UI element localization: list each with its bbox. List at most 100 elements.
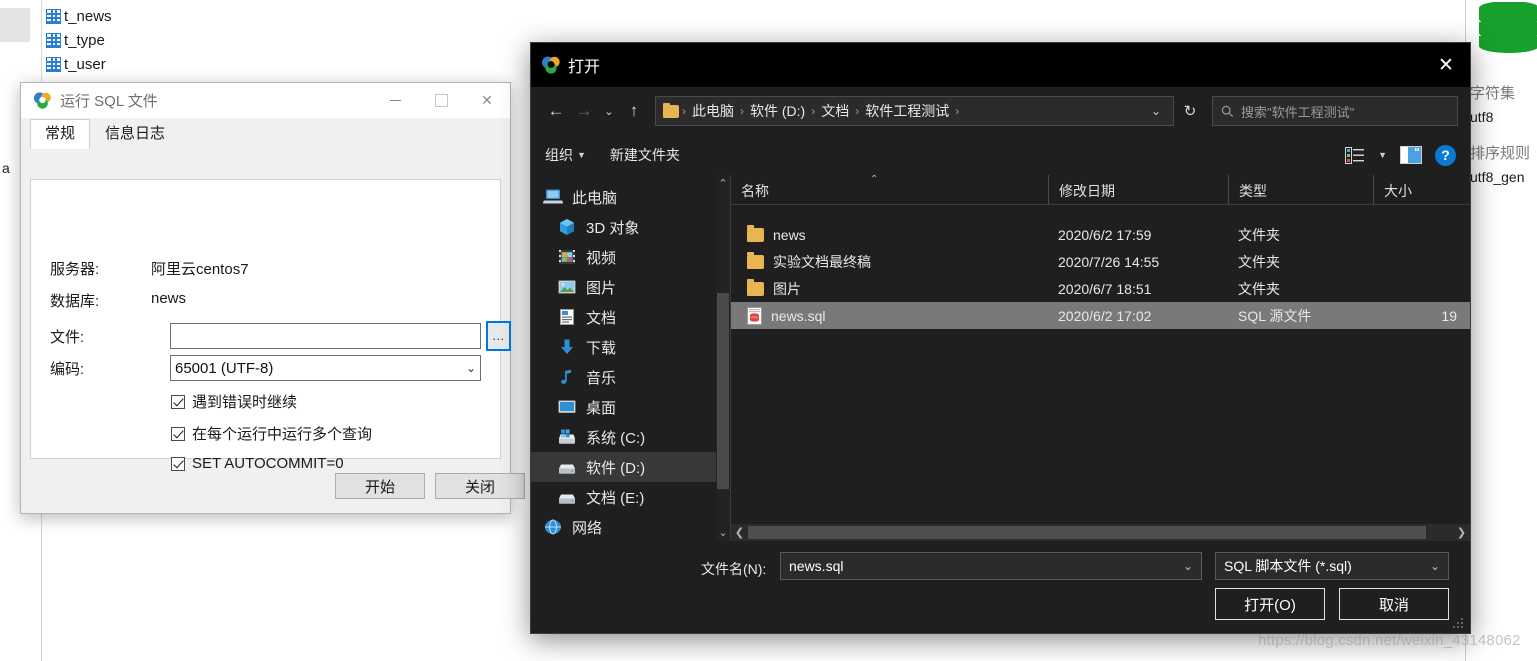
details-view-icon[interactable] [1345,146,1365,164]
close-icon[interactable]: ✕ [1422,43,1470,87]
tab-general[interactable]: 常规 [30,119,91,149]
folder-icon [663,102,679,118]
navigation-pane: 此电脑 3D 对象 视频 图片 文档 下载 音乐 桌面 系统 (C:) 软件 (… [531,175,731,541]
horizontal-scrollbar[interactable]: ❮ ❯ [731,524,1470,541]
table-row[interactable]: news 2020/6/2 17:59 文件夹 [731,221,1470,248]
sidebar-item-desktop[interactable]: 桌面 [531,392,730,422]
tab-message-log[interactable]: 信息日志 [90,119,180,149]
scrollbar-thumb[interactable] [717,293,729,489]
column-header-size[interactable]: 大小 [1373,175,1463,204]
open-dialog-titlebar[interactable]: 打开 ✕ [531,43,1470,87]
close-icon[interactable]: ✕ [464,83,510,119]
sidebar-item-label: 桌面 [586,399,617,417]
sidebar-item-drive-e[interactable]: 文档 (E:) [531,482,730,512]
forward-button[interactable]: → [571,97,597,125]
cancel-button[interactable]: 取消 [1339,588,1449,620]
checkbox-continue-on-error[interactable]: 遇到错误时继续 [171,391,297,412]
checkbox-set-autocommit[interactable]: SET AUTOCOMMIT=0 [171,455,344,472]
checkbox-icon [171,394,185,409]
scroll-up-icon[interactable]: ⌃ [717,175,729,192]
sidebar-item-3d-objects[interactable]: 3D 对象 [531,212,730,242]
column-header-modified[interactable]: 修改日期 [1048,175,1228,204]
tree-item-t_news[interactable]: t_news [46,8,112,25]
file-type: 文件夹 [1238,280,1280,297]
preview-pane-icon[interactable] [1400,146,1422,164]
table-row[interactable]: 实验文档最终稿 2020/7/26 14:55 文件夹 [731,248,1470,275]
up-button[interactable]: ↑ [621,97,647,125]
tree-item-t_type[interactable]: t_type [46,32,105,49]
file-path-input[interactable] [170,323,481,349]
scrollbar-thumb[interactable] [748,526,1426,539]
file-name-cell: news.sql [731,306,1048,325]
sidebar-item-this-pc[interactable]: 此电脑 [531,182,730,212]
browse-file-button[interactable]: ... [486,321,511,351]
server-value: 阿里云centos7 [151,261,249,278]
drive-icon [559,464,575,474]
back-button[interactable]: ← [543,97,569,125]
navigation-pane-scrollbar[interactable]: ⌃ ⌄ [716,175,730,541]
filename-input[interactable]: news.sql ⌄ [780,552,1202,580]
sidebar-item-label: 系统 (C:) [586,429,646,447]
checkbox-multiple-queries[interactable]: 在每个运行中运行多个查询 [171,423,372,444]
encoding-label: 编码: [50,361,85,378]
help-button[interactable]: ? [1435,144,1456,166]
table-icon [46,57,61,72]
file-name: news [773,226,806,243]
sidebar-item-documents[interactable]: 文档 [531,302,730,332]
sidebar-item-drive-d[interactable]: 软件 (D:) [531,452,730,482]
command-bar: 组织 ▼ 新建文件夹 ▼ ? [531,135,1470,175]
sidebar-item-label: 音乐 [586,369,617,387]
sidebar-item-videos[interactable]: 视频 [531,242,730,272]
database-label: 数据库: [50,293,100,310]
search-input[interactable]: 搜索"软件工程测试" [1212,96,1458,126]
start-button[interactable]: 开始 [335,473,425,499]
file-modified: 2020/6/7 18:51 [1058,280,1152,297]
breadcrumb-item-drive-d[interactable]: 软件 (D:) [745,101,810,121]
organize-menu-button[interactable]: 组织 ▼ [545,145,586,165]
database-label-row: 数据库: [50,290,99,311]
charset-label: 字符集 [1470,85,1516,102]
new-folder-button[interactable]: 新建文件夹 [610,145,680,165]
checkbox-label: 遇到错误时继续 [192,394,298,411]
breadcrumb-item-current[interactable]: 软件工程测试 [860,101,954,121]
resize-grip-icon[interactable] [1453,617,1465,629]
file-modified: 2020/6/2 17:59 [1058,226,1152,243]
refresh-icon[interactable]: ↻ [1176,102,1204,120]
column-header-type[interactable]: 类型 [1228,175,1373,204]
sidebar-item-label: 视频 [586,249,617,267]
table-row[interactable]: 图片 2020/6/7 18:51 文件夹 [731,275,1470,302]
file-type-filter-select[interactable]: SQL 脚本文件 (*.sql) ⌄ [1215,552,1449,580]
sidebar-item-system-drive-c[interactable]: 系统 (C:) [531,422,730,452]
maximize-icon[interactable] [418,83,464,119]
address-dropdown-icon[interactable]: ⌄ [1145,104,1167,118]
sql-dialog-title: 运行 SQL 文件 [60,93,158,110]
minimize-icon[interactable] [372,83,418,119]
close-button[interactable]: 关闭 [435,473,525,499]
table-row[interactable]: news.sql 2020/6/2 17:02 SQL 源文件 19 [731,302,1470,329]
scroll-left-icon[interactable]: ❮ [731,526,748,539]
sidebar-item-pictures[interactable]: 图片 [531,272,730,302]
file-type: 文件夹 [1238,226,1280,243]
recent-locations-button[interactable]: ⌄ [599,97,619,125]
open-button[interactable]: 打开(O) [1215,588,1325,620]
file-list-rows: news 2020/6/2 17:59 文件夹 实验文档最终稿 2020/7/2… [731,221,1470,329]
breadcrumb-separator: › [740,104,744,118]
desktop-icon [558,400,576,413]
breadcrumb-item-this-pc[interactable]: 此电脑 [687,101,739,121]
chevron-down-icon[interactable]: ⌄ [1183,559,1193,573]
sidebar-item-downloads[interactable]: 下载 [531,332,730,362]
scroll-right-icon[interactable]: ❯ [1453,526,1470,539]
chevron-down-icon: ⌄ [465,361,476,375]
tree-item-t_user[interactable]: t_user [46,56,106,73]
encoding-select[interactable]: 65001 (UTF-8) ⌄ [170,355,481,381]
breadcrumb-item-documents[interactable]: 文档 [816,101,854,121]
chevron-down-icon[interactable]: ⌄ [1430,559,1440,573]
view-dropdown-icon[interactable]: ▼ [1378,150,1387,160]
column-header-name[interactable]: ⌃ 名称 [731,175,1048,204]
address-bar[interactable]: › 此电脑 › 软件 (D:) › 文档 › 软件工程测试 › ⌄ [655,96,1174,126]
sidebar-item-music[interactable]: 音乐 [531,362,730,392]
sql-dialog-titlebar[interactable]: 运行 SQL 文件 ✕ [21,83,510,119]
sidebar-item-label: 下载 [586,339,617,357]
sidebar-item-network[interactable]: 网络 [531,512,730,541]
scroll-down-icon[interactable]: ⌄ [717,524,729,541]
